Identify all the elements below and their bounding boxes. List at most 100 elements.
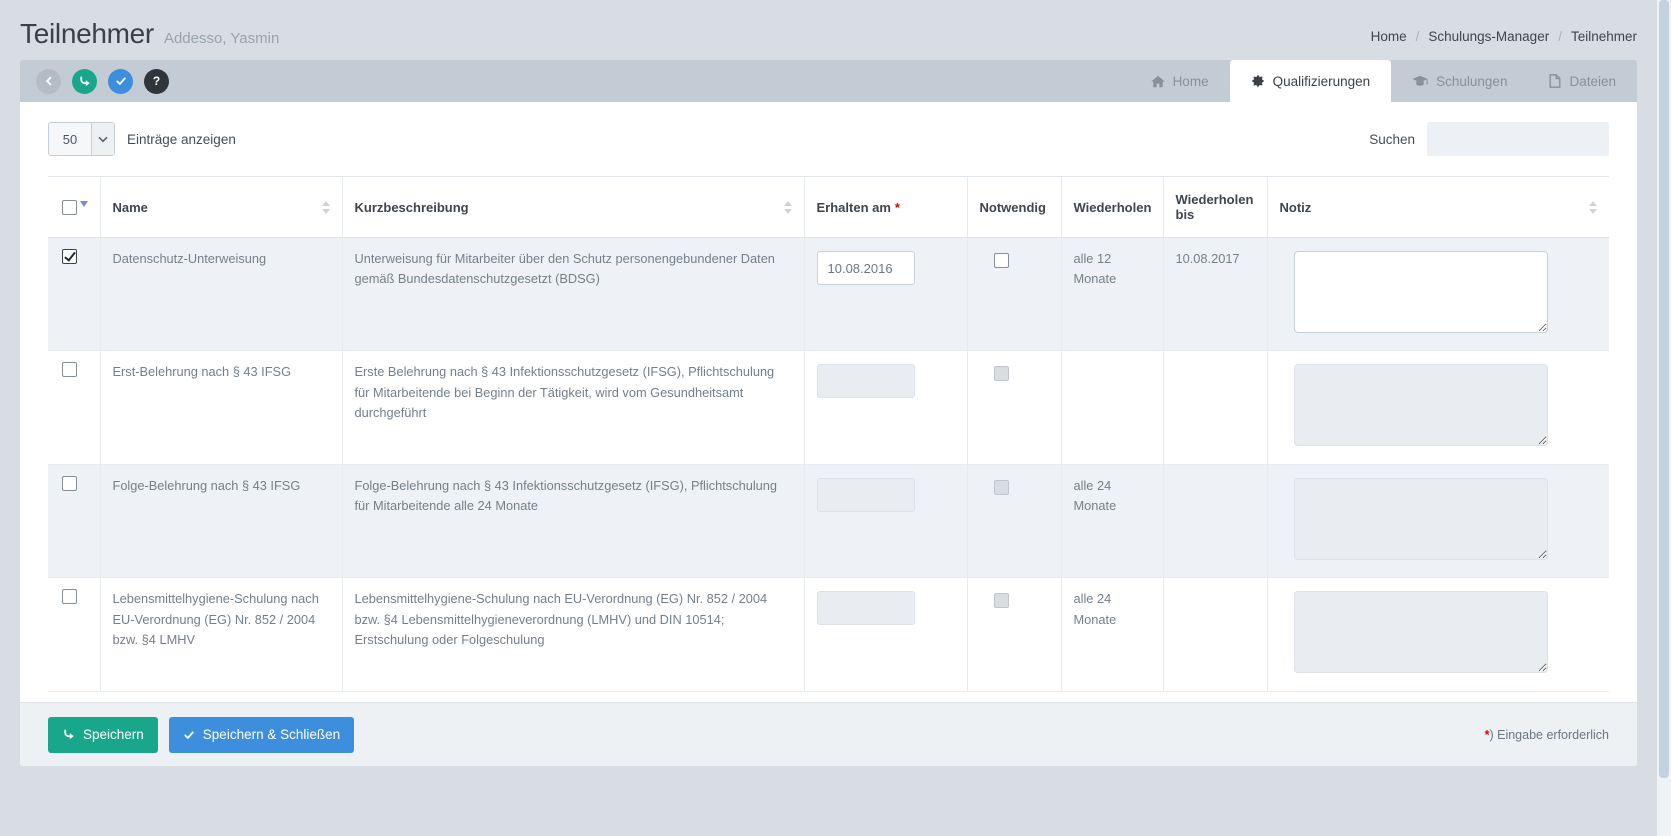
notiz-cell — [1267, 578, 1609, 691]
save-close-button-label: Speichern & Schließen — [203, 727, 340, 742]
erhalten-am-input — [817, 364, 915, 398]
notiz-cell — [1267, 464, 1609, 577]
save-return-icon — [62, 728, 75, 741]
qualifications-table-body: Datenschutz-Unterweisung Unterweisung fü… — [48, 238, 1609, 692]
chevron-down-icon — [91, 123, 114, 155]
notwendig-checkbox[interactable] — [994, 253, 1009, 268]
description-cell: Folge-Belehrung nach § 43 Infektionsschu… — [342, 464, 804, 577]
erhalten-am-cell — [804, 351, 967, 464]
tab-dateien[interactable]: Dateien — [1528, 60, 1637, 102]
check-icon — [183, 729, 195, 741]
wiederholen-value: alle 24 Monate — [1074, 478, 1117, 513]
row-select-cell — [48, 351, 100, 464]
notwendig-cell — [967, 578, 1061, 691]
panel-footer: Speichern Speichern & Schließen *) Einga… — [20, 702, 1637, 766]
sort-icon[interactable] — [776, 201, 792, 214]
sort-icon[interactable] — [314, 201, 330, 214]
wiederholen-bis-cell — [1163, 578, 1267, 691]
tab-label: Dateien — [1569, 74, 1616, 89]
home-icon — [1151, 75, 1165, 88]
search-label: Suchen — [1369, 132, 1415, 147]
column-header-wiederholen-bis[interactable]: Wiederholen bis — [1163, 177, 1267, 238]
file-icon — [1549, 74, 1561, 88]
table-row: Erst-Belehrung nach § 43 IFSG Erste Bele… — [48, 351, 1609, 464]
breadcrumb-schulungs-manager[interactable]: Schulungs-Manager — [1428, 29, 1549, 44]
notiz-textarea — [1294, 478, 1548, 560]
tab-bar: Home Qualifizierungen Schulungen Dateien — [1130, 60, 1637, 102]
page-length-label: Einträge anzeigen — [127, 132, 236, 147]
save-button[interactable]: Speichern — [48, 717, 158, 753]
wiederholen-bis-value: 10.08.2017 — [1176, 251, 1240, 266]
erhalten-am-input — [817, 591, 915, 625]
required-marker: * — [895, 200, 900, 215]
breadcrumb-home[interactable]: Home — [1371, 29, 1407, 44]
certificate-icon — [1251, 74, 1265, 88]
tab-home[interactable]: Home — [1130, 60, 1230, 102]
name-cell: Lebensmittelhygiene-Schulung nach EU-Ver… — [100, 578, 342, 691]
panel-body: 50 Einträge anzeigen Suchen — [20, 102, 1637, 702]
toolbar-save-button[interactable] — [72, 69, 97, 94]
name-cell: Erst-Belehrung nach § 43 IFSG — [100, 351, 342, 464]
column-header-notwendig[interactable]: Notwendig — [967, 177, 1061, 238]
column-header-notiz[interactable]: Notiz — [1267, 177, 1609, 238]
row-select-checkbox[interactable] — [62, 362, 77, 377]
notwendig-checkbox — [994, 366, 1009, 381]
table-row: Datenschutz-Unterweisung Unterweisung fü… — [48, 238, 1609, 351]
notiz-cell — [1267, 238, 1609, 351]
notiz-textarea — [1294, 591, 1548, 673]
page-length-control: 50 Einträge anzeigen — [48, 122, 236, 156]
erhalten-am-input — [817, 478, 915, 512]
row-select-cell — [48, 578, 100, 691]
toolbar-save-close-button[interactable] — [108, 69, 133, 94]
description-cell: Lebensmittelhygiene-Schulung nach EU-Ver… — [342, 578, 804, 691]
row-select-checkbox[interactable] — [62, 476, 77, 491]
qualification-name: Lebensmittelhygiene-Schulung nach EU-Ver… — [113, 591, 319, 647]
page-title: Teilnehmer — [20, 18, 154, 50]
app-window: Teilnehmer Addesso, Yasmin Home / Schulu… — [0, 0, 1657, 836]
back-button[interactable] — [36, 69, 61, 94]
row-select-checkbox[interactable] — [62, 249, 77, 264]
breadcrumb-separator: / — [1416, 29, 1420, 44]
check-icon — [115, 75, 127, 87]
graduation-cap-icon — [1412, 75, 1428, 88]
column-header-kurzbeschreibung[interactable]: Kurzbeschreibung — [342, 177, 804, 238]
selection-dropdown-icon[interactable] — [80, 201, 88, 207]
toolbar-actions: ? — [36, 69, 169, 94]
sort-icon[interactable] — [1581, 201, 1597, 214]
table-row: Lebensmittelhygiene-Schulung nach EU-Ver… — [48, 578, 1609, 691]
save-and-close-button[interactable]: Speichern & Schließen — [169, 717, 354, 753]
erhalten-am-input[interactable] — [817, 251, 915, 285]
page-header: Teilnehmer Addesso, Yasmin Home / Schulu… — [0, 0, 1657, 60]
wiederholen-bis-cell — [1163, 464, 1267, 577]
tab-schulungen[interactable]: Schulungen — [1391, 60, 1528, 102]
column-label: Erhalten am — [817, 200, 891, 215]
search-input[interactable] — [1427, 122, 1609, 156]
scrollbar-thumb[interactable] — [1659, 0, 1669, 778]
name-cell: Datenschutz-Unterweisung — [100, 238, 342, 351]
qualification-name: Folge-Belehrung nach § 43 IFSG — [113, 478, 301, 493]
notiz-textarea[interactable] — [1294, 251, 1548, 333]
row-select-checkbox[interactable] — [62, 589, 77, 604]
select-all-header[interactable] — [48, 177, 100, 238]
title-wrap: Teilnehmer Addesso, Yasmin — [20, 18, 279, 50]
table-header-row: Name Kurzbeschreibung Erhalten am * — [48, 177, 1609, 238]
column-header-name[interactable]: Name — [100, 177, 342, 238]
description-cell: Erste Belehrung nach § 43 Infektionsschu… — [342, 351, 804, 464]
qualification-description: Lebensmittelhygiene-Schulung nach EU-Ver… — [355, 591, 768, 647]
help-button[interactable]: ? — [144, 69, 169, 94]
wiederholen-bis-cell: 10.08.2017 — [1163, 238, 1267, 351]
column-label: Name — [113, 200, 148, 215]
erhalten-am-cell — [804, 464, 967, 577]
table-footer: 1 bis 4 von 4 Einträgen ← Zurück 1 Nächs… — [48, 692, 1609, 702]
qualifications-table: Name Kurzbeschreibung Erhalten am * — [48, 176, 1609, 692]
qualification-description: Folge-Belehrung nach § 43 Infektionsschu… — [355, 478, 778, 513]
select-all-checkbox[interactable] — [62, 200, 77, 215]
page-subtitle: Addesso, Yasmin — [164, 30, 279, 47]
scrollbar[interactable] — [1657, 0, 1671, 836]
column-header-wiederholen[interactable]: Wiederholen — [1061, 177, 1163, 238]
page-length-select[interactable]: 50 — [48, 122, 115, 156]
column-header-erhalten-am[interactable]: Erhalten am * — [804, 177, 967, 238]
notwendig-cell — [967, 238, 1061, 351]
tab-qualifizierungen[interactable]: Qualifizierungen — [1230, 60, 1392, 102]
page-length-value: 50 — [49, 123, 91, 155]
